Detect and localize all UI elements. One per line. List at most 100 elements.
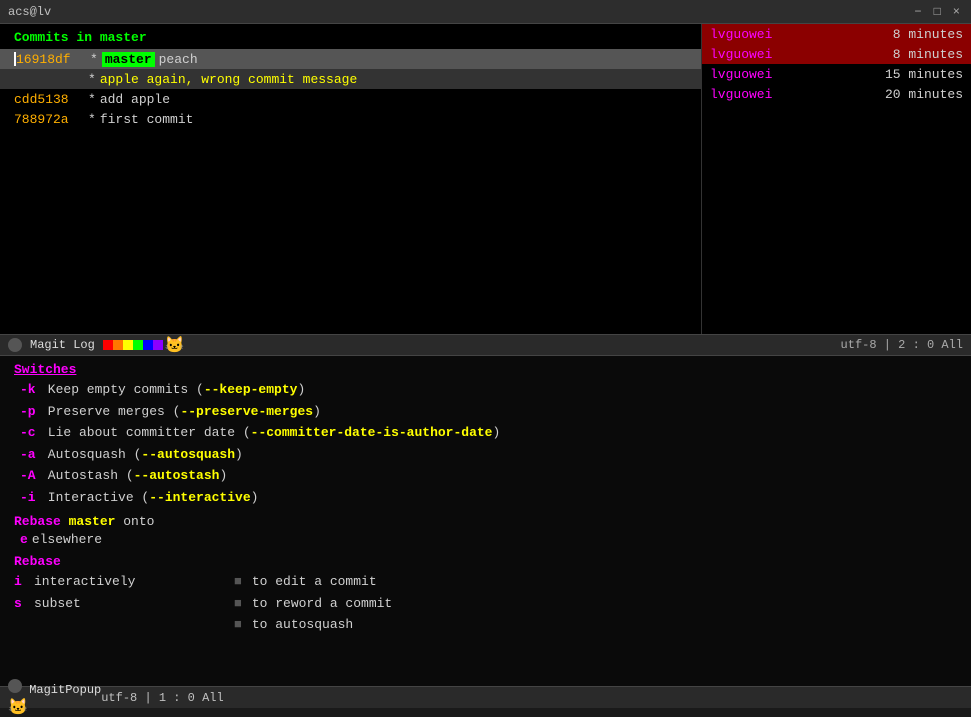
maximize-button[interactable]: □ [931, 5, 944, 19]
window-controls[interactable]: − □ × [911, 5, 963, 19]
action-key-s[interactable]: s [14, 594, 28, 614]
action-text-edit: to edit a commit [252, 572, 377, 592]
branch-name: master [100, 30, 147, 45]
rebase-keyword: Rebase [14, 514, 61, 529]
switch-key-A[interactable]: -A [20, 466, 40, 486]
bottom-status-left: MagitPopup 🐱 [8, 679, 101, 717]
switch-key-a[interactable]: -a [20, 445, 40, 465]
status-circle-icon [8, 338, 22, 352]
bottom-buffer-name: MagitPopup [29, 683, 101, 697]
author-row: lvguowei 8 minutes [702, 24, 971, 44]
commit-message: apple again, wrong commit message [100, 72, 357, 87]
table-row[interactable]: * apple again, wrong commit message [0, 69, 701, 89]
pane-header: Commits in master [0, 24, 701, 49]
bottom-separator: | [144, 691, 158, 705]
switch-desc-i: Interactive (--interactive) [40, 488, 258, 508]
bottom-nyan-area: 🐱 [8, 697, 101, 717]
commit-list: Commits in master 16918df * master peach… [0, 24, 701, 334]
graph-char: * [88, 72, 96, 87]
elsewhere-text: elsewhere [32, 532, 102, 547]
author-row: lvguowei 8 minutes [702, 44, 971, 64]
action-reword: ■ to reword a commit [234, 593, 957, 615]
nyan-cat-area: 🐱 [103, 335, 185, 355]
commit-time: 15 minutes [810, 67, 963, 82]
switch-desc-p: Preserve merges (--preserve-merges) [40, 402, 321, 422]
switch-desc-c: Lie about committer date (--committer-da… [40, 423, 500, 443]
switch-desc-k: Keep empty commits (--keep-empty) [40, 380, 305, 400]
commit-message: add apple [100, 92, 170, 107]
actions-grid: i interactively s subset ■ to edit a com… [0, 571, 971, 636]
right-actions: ■ to edit a commit ■ to reword a commit … [234, 571, 957, 636]
title-bar: acs@lv − □ × [0, 0, 971, 24]
edit-square-icon: ■ [234, 572, 242, 592]
action-i: i interactively [14, 571, 234, 593]
switch-key-i[interactable]: -i [20, 488, 40, 508]
encoding: utf-8 [841, 338, 877, 352]
close-button[interactable]: × [950, 5, 963, 19]
rebase-onto-word: onto [123, 514, 154, 529]
action-s: s subset [14, 593, 234, 615]
action-key-i[interactable]: i [14, 572, 28, 592]
switch-line-k: -k Keep empty commits (--keep-empty) [0, 379, 971, 401]
switch-key-p[interactable]: -p [20, 402, 40, 422]
switch-line-i: -i Interactive (--interactive) [0, 487, 971, 509]
elsewhere-line: e elsewhere [0, 531, 971, 548]
minimize-button[interactable]: − [911, 5, 924, 19]
action-text-autosquash: to autosquash [252, 615, 353, 635]
elsewhere-key[interactable]: e [20, 532, 28, 547]
switches-header: Switches [0, 360, 971, 379]
table-row[interactable]: 16918df * master peach [0, 49, 701, 69]
switch-flag-p: --preserve-merges [180, 404, 313, 419]
action-edit: ■ to edit a commit [234, 571, 957, 593]
author-name: lvguowei [710, 27, 810, 42]
main-container: Commits in master 16918df * master peach… [0, 24, 971, 708]
author-name: lvguowei [710, 87, 810, 102]
commit-time: 8 minutes [810, 27, 963, 42]
switch-desc-a: Autosquash (--autosquash) [40, 445, 243, 465]
switch-flag-A: --autostash [134, 468, 220, 483]
status-bar-bottom: MagitPopup 🐱 utf-8 | 1 : 0 All [0, 686, 971, 708]
bottom-status-circle-icon [8, 679, 22, 693]
nyan-cat-icon: 🐱 [165, 335, 185, 355]
switch-line-p: -p Preserve merges (--preserve-merges) [0, 401, 971, 423]
author-panel: lvguowei 8 minutes lvguowei 8 minutes lv… [701, 24, 971, 334]
rebase-label: Rebase [14, 554, 61, 569]
switch-key-c[interactable]: -c [20, 423, 40, 443]
status-bar-top: Magit Log 🐱 utf-8 | 2 : 0 All [0, 334, 971, 356]
graph-char: * [88, 112, 96, 127]
switch-key-k[interactable]: -k [20, 380, 40, 400]
switch-desc-A: Autostash (--autostash) [40, 466, 227, 486]
rebase-onto-section: Rebase master onto [0, 508, 971, 531]
commit-time: 8 minutes [810, 47, 963, 62]
rainbow-bar [103, 340, 163, 350]
position: 2 : 0 [898, 338, 934, 352]
branch-tag: master [102, 52, 155, 67]
commit-log-pane: Commits in master 16918df * master peach… [0, 24, 971, 334]
scroll-percent: All [941, 338, 963, 352]
switch-line-a: -a Autosquash (--autosquash) [0, 444, 971, 466]
bottom-scroll-percent: All [202, 691, 224, 705]
rebase-section: Rebase [0, 548, 971, 571]
bottom-encoding: utf-8 [101, 691, 137, 705]
switch-flag-i: --interactive [149, 490, 250, 505]
popup-pane: Switches -k Keep empty commits (--keep-e… [0, 356, 971, 708]
commit-hash: cdd5138 [14, 92, 84, 107]
rebase-branch: master [69, 514, 124, 529]
bottom-status-right: utf-8 | 1 : 0 All [101, 691, 223, 705]
commit-message: first commit [100, 112, 194, 127]
action-text-reword: to reword a commit [252, 594, 392, 614]
switch-flag-c: --committer-date-is-author-date [251, 425, 493, 440]
table-row[interactable]: 788972a * first commit [0, 109, 701, 129]
graph-char: * [88, 92, 96, 107]
table-row[interactable]: cdd5138 * add apple [0, 89, 701, 109]
commit-message: peach [159, 52, 198, 67]
buffer-name: Magit Log [30, 338, 95, 352]
action-autosquash: ■ to autosquash [234, 614, 957, 636]
switch-flag-k: --keep-empty [204, 382, 298, 397]
author-name: lvguowei [710, 67, 810, 82]
left-actions: i interactively s subset [14, 571, 234, 636]
separator: | [884, 338, 898, 352]
commit-hash: 16918df [16, 52, 86, 67]
action-text-i: interactively [34, 572, 135, 592]
author-row: lvguowei 20 minutes [702, 84, 971, 104]
